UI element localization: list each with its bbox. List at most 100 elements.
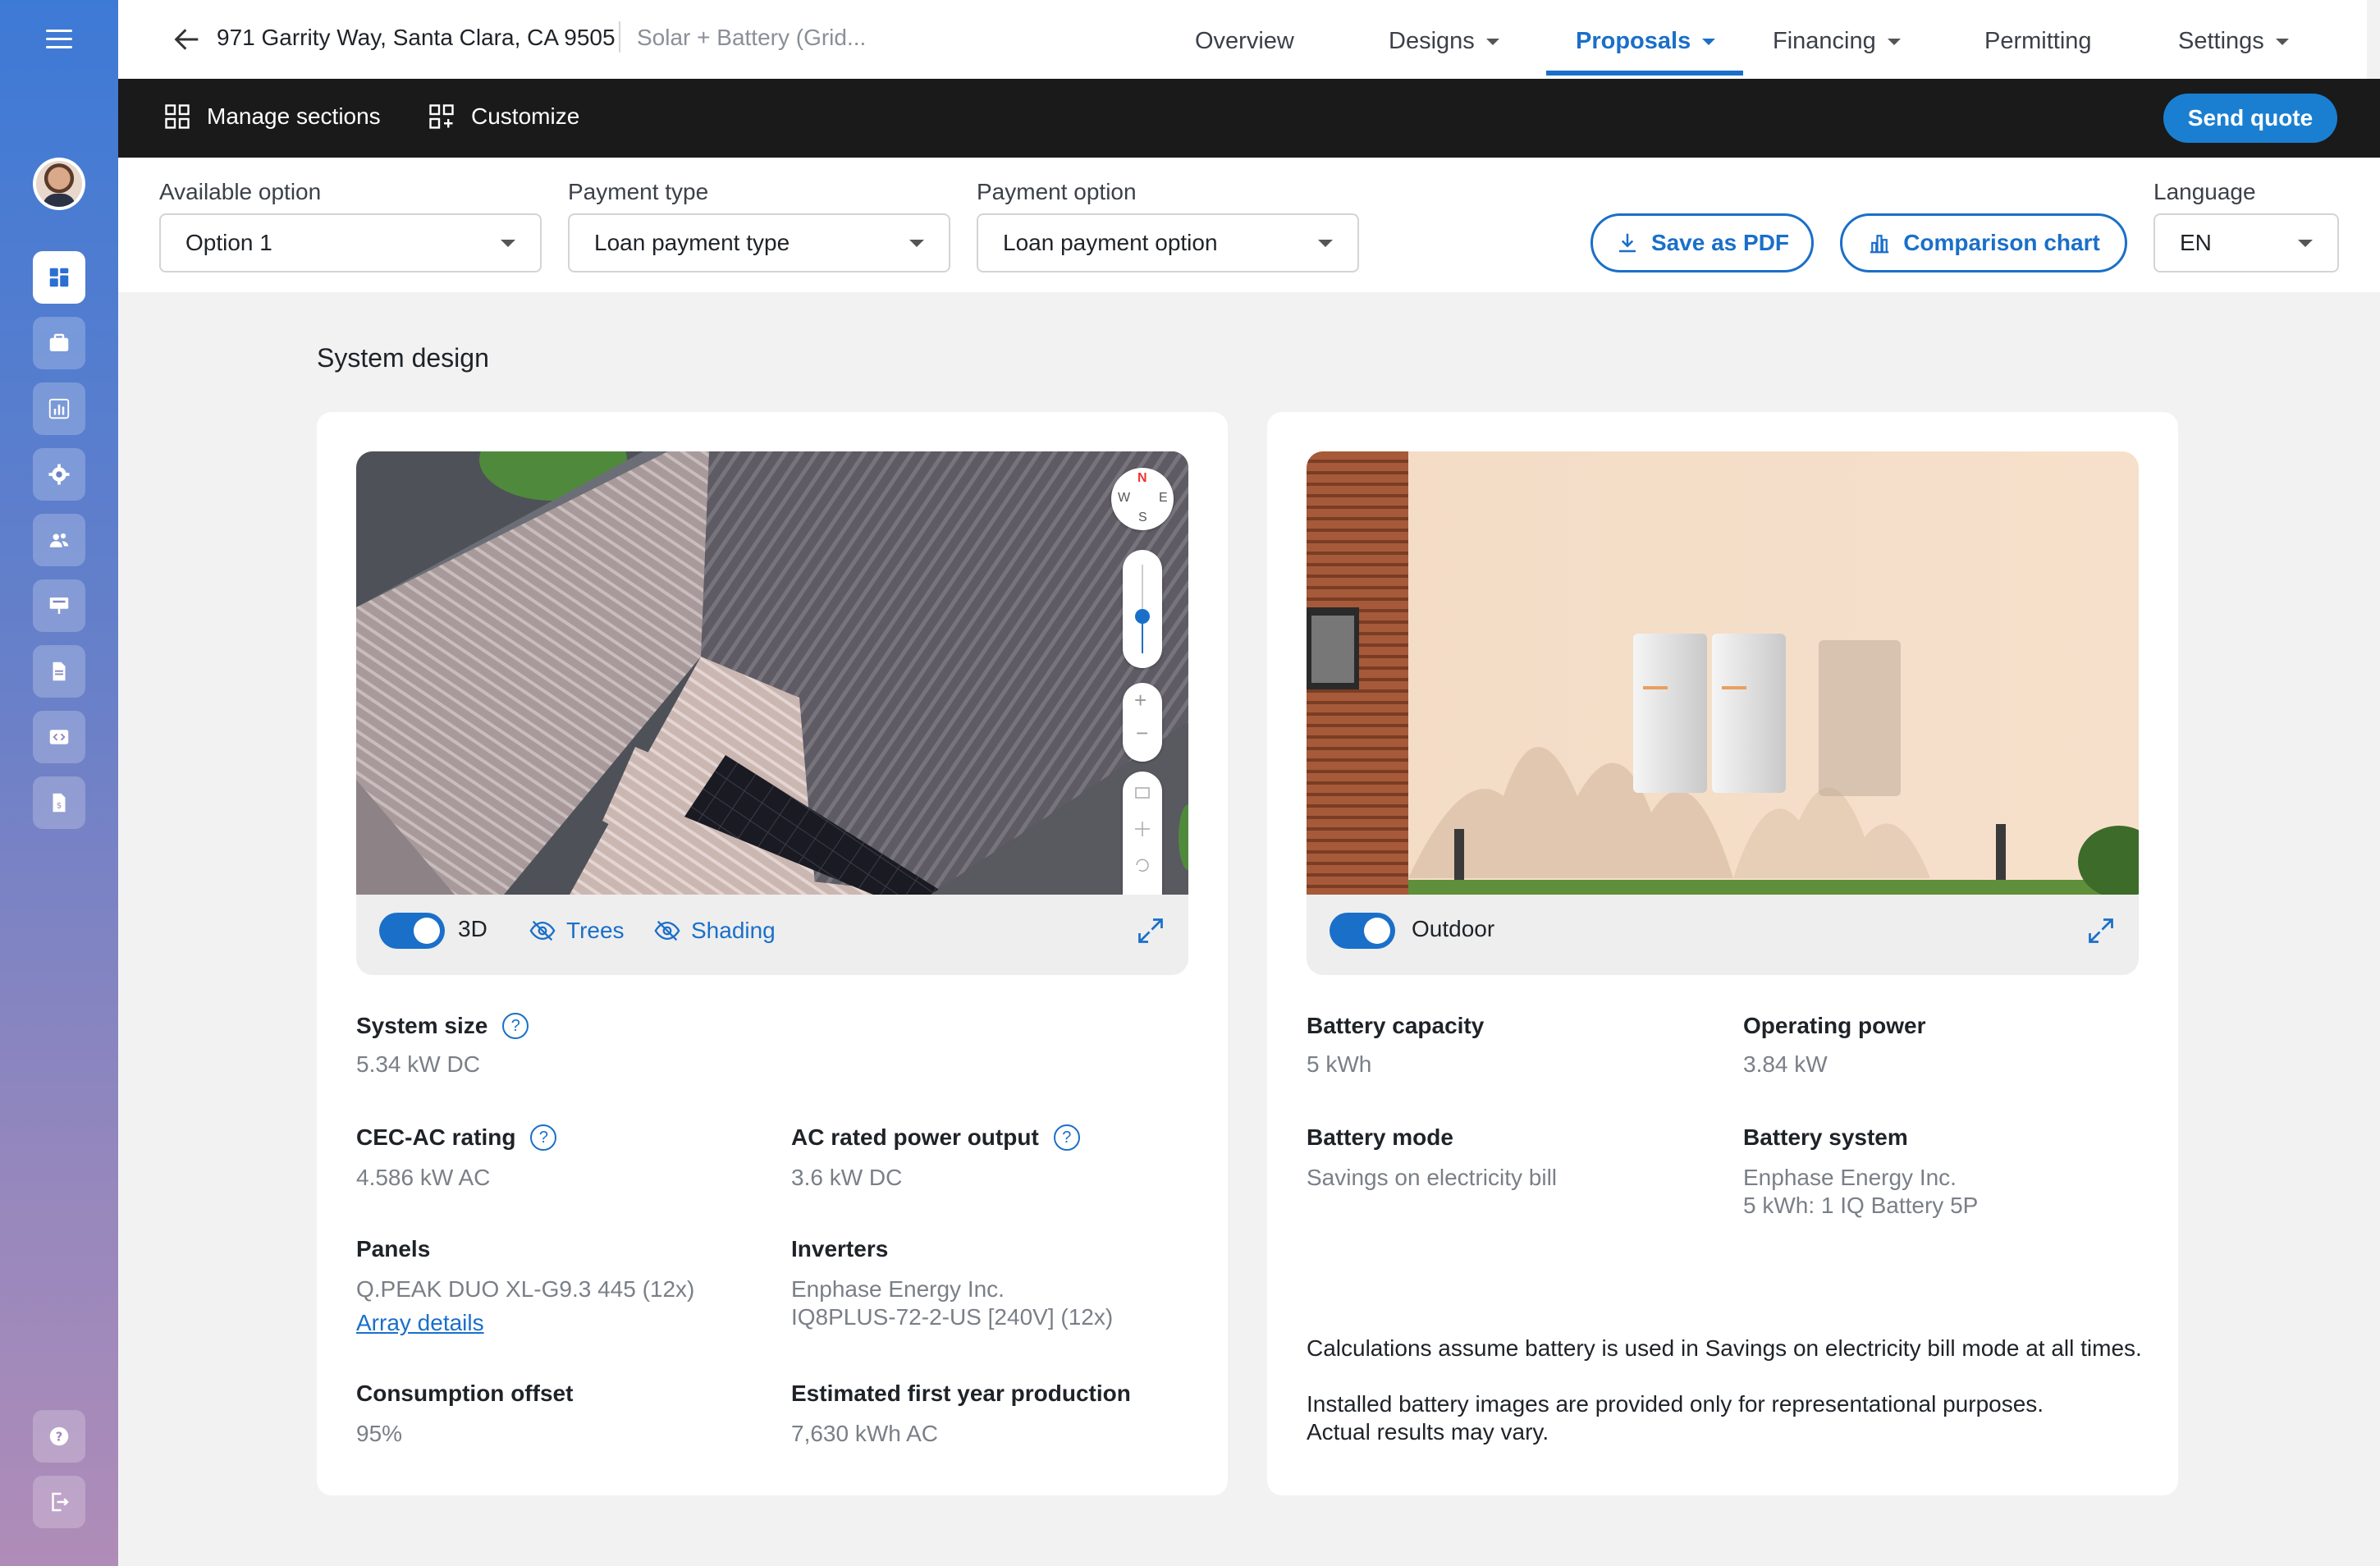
- battery-view-controls: Outdoor: [1307, 895, 2139, 975]
- tab-overview[interactable]: Overview: [1195, 28, 1294, 55]
- select-value: Option 1: [185, 230, 272, 255]
- bar-chart-icon: [1870, 235, 1889, 254]
- customize-label: Customize: [471, 103, 580, 129]
- manage-sections-button[interactable]: Manage sections: [162, 102, 381, 131]
- battery-system-model: 5 kWh: 1 IQ Battery 5P: [1743, 1193, 1979, 1218]
- roof-3d-view[interactable]: N W E S + −: [356, 451, 1188, 895]
- operating-power-label: Operating power: [1743, 1013, 1926, 1038]
- shading-toggle[interactable]: Shading: [653, 918, 776, 944]
- save-pdf-label: Save as PDF: [1650, 230, 1790, 255]
- eye-off-icon: [654, 920, 680, 941]
- chevron-down-icon: [1702, 38, 1716, 45]
- presentation-icon[interactable]: [33, 579, 85, 632]
- active-tab-indicator: [1546, 71, 1743, 76]
- comparison-chart-label: Comparison chart: [1903, 230, 2100, 255]
- operating-power-value: 3.84 kW: [1743, 1051, 1828, 1077]
- chevron-down-icon: [909, 239, 924, 247]
- users-icon[interactable]: [33, 514, 85, 566]
- expand-icon[interactable]: [2086, 916, 2116, 946]
- chevron-down-icon: [1318, 239, 1333, 247]
- document-icon[interactable]: [33, 645, 85, 698]
- 3d-toggle[interactable]: [379, 913, 445, 949]
- battery-card: Outdoor Battery capacity 5 kWh Operating…: [1267, 412, 2178, 1495]
- chevron-down-icon: [1887, 38, 1901, 45]
- grid-add-icon: [429, 104, 454, 129]
- compass-south: S: [1138, 511, 1147, 524]
- save-pdf-button[interactable]: Save as PDF: [1590, 213, 1814, 272]
- select-value: EN: [2180, 230, 2212, 255]
- tab-label: Financing: [1773, 28, 1876, 54]
- svg-text:$: $: [57, 801, 62, 810]
- panels-label: Panels: [356, 1236, 431, 1262]
- payment-option-select[interactable]: Loan payment option: [977, 213, 1359, 272]
- project-address: 971 Garrity Way, Santa Clara, CA 9505: [217, 25, 616, 50]
- section-title: System design: [317, 343, 489, 373]
- compass-east: E: [1159, 491, 1168, 505]
- results-disclaimer: Actual results may vary.: [1307, 1419, 1549, 1445]
- battery-system-manufacturer: Enphase Energy Inc.: [1743, 1165, 1957, 1190]
- move-icon[interactable]: [1133, 819, 1152, 839]
- trees-toggle[interactable]: Trees: [529, 918, 625, 944]
- payment-option-label: Payment option: [977, 179, 1137, 204]
- array-details-link[interactable]: Array details: [356, 1310, 484, 1336]
- battery-capacity-value: 5 kWh: [1307, 1051, 1372, 1077]
- available-option-select[interactable]: Option 1: [159, 213, 542, 272]
- chevron-down-icon: [501, 239, 515, 247]
- expand-icon[interactable]: [1136, 916, 1165, 946]
- tab-permitting[interactable]: Permitting: [1984, 28, 2092, 55]
- customize-button[interactable]: Customize: [427, 102, 579, 131]
- code-icon[interactable]: [33, 711, 85, 763]
- compass-north: N: [1137, 471, 1147, 485]
- battery-system-label: Battery system: [1743, 1124, 1908, 1150]
- tab-label: Designs: [1389, 28, 1475, 54]
- view-tools[interactable]: [1123, 772, 1162, 895]
- tab-proposals[interactable]: Proposals: [1576, 28, 1716, 55]
- back-arrow-icon[interactable]: [171, 23, 204, 56]
- zoom-out-icon[interactable]: −: [1136, 721, 1148, 746]
- fit-view-icon[interactable]: [1133, 783, 1152, 803]
- tilt-slider[interactable]: [1123, 550, 1162, 668]
- help-icon[interactable]: ?: [33, 1410, 85, 1463]
- help-icon[interactable]: ?: [502, 1013, 529, 1039]
- zoom-control[interactable]: + −: [1123, 683, 1162, 762]
- trees-label: Trees: [566, 918, 625, 943]
- outdoor-toggle[interactable]: [1330, 913, 1395, 949]
- briefcase-icon[interactable]: [33, 317, 85, 369]
- compass-control[interactable]: N W E S: [1111, 468, 1174, 530]
- proposal-options: Available option Option 1 Payment type L…: [118, 158, 2380, 292]
- inverters-manufacturer: Enphase Energy Inc.: [791, 1276, 1005, 1302]
- language-select[interactable]: EN: [2153, 213, 2339, 272]
- logout-icon[interactable]: [33, 1476, 85, 1528]
- ac-rated-value: 3.6 kW DC: [791, 1165, 903, 1190]
- battery-mode-value: Savings on electricity bill: [1307, 1165, 1558, 1190]
- help-icon[interactable]: ?: [1053, 1124, 1080, 1151]
- tab-designs[interactable]: Designs: [1389, 28, 1499, 55]
- system-size-value: 5.34 kW DC: [356, 1051, 480, 1077]
- battery-mode-label: Battery mode: [1307, 1124, 1453, 1150]
- payment-type-select[interactable]: Loan payment type: [568, 213, 950, 272]
- tab-financing[interactable]: Financing: [1773, 28, 1901, 55]
- help-icon[interactable]: ?: [530, 1124, 557, 1151]
- battery-image: [1307, 451, 2139, 895]
- tab-settings[interactable]: Settings: [2178, 28, 2289, 55]
- rotate-icon[interactable]: [1133, 855, 1152, 875]
- cec-rating-label: CEC-AC rating: [356, 1124, 516, 1150]
- inverters-model: IQ8PLUS-72-2-US [240V] (12x): [791, 1304, 1114, 1330]
- analytics-icon[interactable]: [33, 382, 85, 435]
- avatar[interactable]: [33, 158, 85, 210]
- menu-icon[interactable]: [46, 30, 72, 49]
- outdoor-label: Outdoor: [1412, 916, 1495, 941]
- chevron-down-icon: [1485, 38, 1499, 45]
- comparison-chart-button[interactable]: Comparison chart: [1840, 213, 2127, 272]
- dashboard-icon[interactable]: [33, 251, 85, 304]
- language-label: Language: [2153, 179, 2256, 204]
- select-value: Loan payment option: [1003, 230, 1218, 255]
- send-quote-button[interactable]: Send quote: [2163, 94, 2337, 143]
- invoice-icon[interactable]: $: [33, 776, 85, 829]
- compass-west: W: [1118, 491, 1131, 505]
- production-value: 7,630 kWh AC: [791, 1421, 938, 1446]
- top-navigation: 971 Garrity Way, Santa Clara, CA 9505 So…: [118, 0, 2367, 79]
- tab-label: Settings: [2178, 28, 2264, 54]
- zoom-in-icon[interactable]: +: [1134, 688, 1147, 713]
- gear-icon[interactable]: [33, 448, 85, 501]
